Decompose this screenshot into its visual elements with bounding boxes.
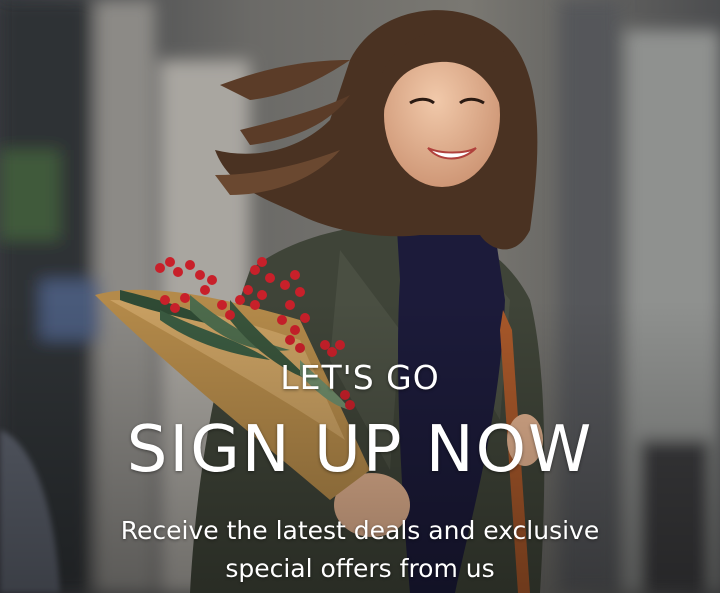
berry — [280, 280, 290, 290]
berry — [257, 257, 267, 267]
berry — [165, 257, 175, 267]
berry — [265, 273, 275, 283]
offer-description-line-2: special offers from us — [225, 554, 495, 583]
berry — [195, 270, 205, 280]
berry — [200, 285, 210, 295]
berry — [250, 265, 260, 275]
hero-photo — [0, 0, 720, 593]
signup-headline: SIGN UP NOW — [126, 413, 594, 487]
berry — [243, 285, 253, 295]
berry — [185, 260, 195, 270]
berry — [257, 290, 267, 300]
berry — [295, 287, 305, 297]
offer-description-line-1: Receive the latest deals and exclusive — [120, 516, 600, 545]
offer-description: Receive the latest deals and exclusive s… — [80, 512, 640, 588]
berry — [173, 267, 183, 277]
berry — [155, 263, 165, 273]
berry — [290, 270, 300, 280]
eyebrow-text: LET'S GO — [280, 358, 440, 397]
berry — [207, 275, 217, 285]
signup-hero-banner[interactable]: LET'S GO SIGN UP NOW Receive the latest … — [0, 0, 720, 593]
